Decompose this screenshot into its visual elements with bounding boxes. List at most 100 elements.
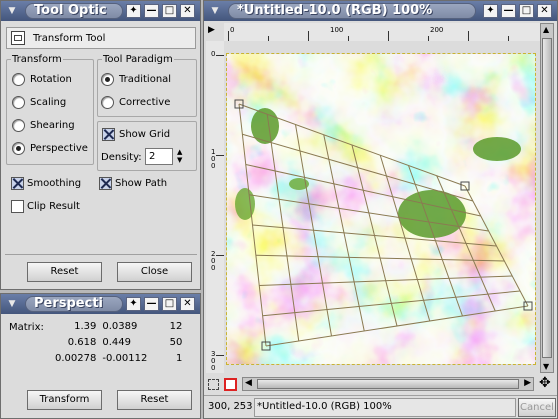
clip-result-checkbox[interactable] (11, 200, 24, 213)
maximize-icon[interactable]: □ (162, 297, 177, 311)
ruler-top-label: 100 (330, 26, 344, 34)
divider (5, 254, 197, 255)
left-ruler[interactable]: 0 1 0 0 2 0 0 3 0 0 (206, 41, 224, 373)
rotation-radio[interactable] (12, 73, 25, 86)
close-button[interactable]: Close (117, 262, 192, 282)
status-text: *Untitled-10.0 (RGB) 100% (257, 401, 392, 412)
window-menu-icon[interactable]: ▼ (208, 5, 222, 17)
smoothing-label[interactable]: Smoothing (27, 178, 81, 189)
corrective-label[interactable]: Corrective (119, 97, 170, 108)
matrix-row: 0.00278 -0.00112 1 (55, 350, 182, 366)
matrix-cell: 1 (175, 352, 183, 364)
image-window: ▼ *Untitled-10.0 (RGB) 100% ✦ — □ ✕ ▶ 0 … (203, 0, 558, 419)
cloud-texture (227, 54, 535, 364)
transform-tool-icon (11, 31, 25, 45)
zoom-toggle-icon[interactable] (224, 378, 237, 391)
minimize-icon[interactable]: — (144, 4, 159, 18)
show-grid-label[interactable]: Show Grid (119, 129, 170, 140)
status-bar: 300, 253 *Untitled-10.0 (RGB) 100% Cance… (204, 395, 557, 418)
ruler-left-label: 2 0 0 (211, 250, 216, 272)
clip-result-label[interactable]: Clip Result (27, 201, 80, 212)
horizontal-scrollbar[interactable]: ◀ ▶ (242, 377, 534, 391)
matrix-cell: 1.39 (74, 320, 97, 332)
shearing-radio[interactable] (12, 119, 25, 132)
cursor-coords: 300, 253 (208, 401, 253, 412)
image-title: *Untitled-10.0 (RGB) 100% (228, 3, 476, 19)
close-icon[interactable]: ✕ (180, 4, 195, 18)
spin-down-icon[interactable]: ▼ (177, 157, 182, 164)
tool-header-title: Transform Tool (33, 33, 106, 44)
canvas-svg (227, 54, 535, 364)
matrix-cell: 0.618 (67, 336, 97, 348)
density-label: Density: (101, 152, 142, 163)
matrix-cell: 50 (169, 336, 183, 348)
reset-button[interactable]: Reset (27, 262, 102, 282)
image-titlebar[interactable]: ▼ *Untitled-10.0 (RGB) 100% ✦ — □ ✕ (204, 1, 557, 21)
smoothing-checkbox[interactable] (11, 177, 24, 190)
quick-mask-icon[interactable] (208, 379, 219, 390)
ruler-left-label: 3 0 0 (211, 350, 216, 372)
traditional-label[interactable]: Traditional (119, 74, 171, 85)
tool-paradigm-label: Tool Paradigm (102, 54, 174, 65)
vertical-scroll-thumb[interactable] (542, 38, 552, 358)
image-canvas[interactable] (226, 53, 536, 365)
spin-up-icon[interactable]: ▲ (177, 149, 182, 156)
horizontal-scroll-thumb[interactable] (257, 379, 519, 389)
show-path-checkbox[interactable] (99, 177, 112, 190)
close-icon[interactable]: ✕ (180, 297, 195, 311)
traditional-radio[interactable] (101, 73, 114, 86)
image-menu-icon[interactable]: ▶ (208, 25, 215, 35)
rotation-label[interactable]: Rotation (30, 74, 72, 85)
navigate-icon[interactable]: ✥ (539, 375, 551, 391)
vertical-scrollbar[interactable]: ▲ ▼ (540, 23, 554, 373)
scroll-up-icon[interactable]: ▲ (543, 25, 549, 34)
scroll-down-icon[interactable]: ▼ (543, 362, 549, 371)
matrix-cell: 0.0389 (102, 320, 138, 332)
transform-button[interactable]: Transform (27, 390, 102, 410)
close-icon[interactable]: ✕ (537, 4, 552, 18)
shearing-label[interactable]: Shearing (30, 120, 75, 131)
perspective-label[interactable]: Perspective (30, 143, 88, 154)
matrix-cell: -0.00112 (102, 352, 148, 364)
matrix-cell: 0.449 (102, 336, 131, 348)
tool-paradigm-group: Tool Paradigm (97, 54, 197, 117)
pin-icon[interactable]: ✦ (126, 4, 141, 18)
transform-group-label: Transform (11, 54, 63, 65)
show-grid-checkbox[interactable] (102, 128, 115, 141)
green-patch (235, 188, 255, 220)
minimize-icon[interactable]: — (501, 4, 516, 18)
scaling-radio[interactable] (12, 96, 25, 109)
cancel-button[interactable]: Cancel (518, 398, 556, 417)
tool-options-titlebar[interactable]: ▼ Tool Optic ✦ — □ ✕ (1, 1, 200, 21)
tool-header: Transform Tool (6, 27, 196, 49)
perspective-reset-button[interactable]: Reset (117, 390, 192, 410)
perspective-radio[interactable] (12, 142, 25, 155)
maximize-icon[interactable]: □ (162, 4, 177, 18)
matrix-row: 0.618 0.449 50 (55, 334, 183, 350)
perspective-window: ▼ Perspecti ✦ — □ ✕ Matrix: 1.39 0.0389 … (0, 293, 201, 419)
corrective-radio[interactable] (101, 96, 114, 109)
show-path-label[interactable]: Show Path (115, 178, 167, 189)
ruler-top-label: 0 (230, 26, 235, 34)
scroll-left-icon[interactable]: ◀ (245, 378, 252, 388)
matrix-table: 1.39 0.0389 12 0.618 0.449 50 0.00278 -0… (55, 318, 182, 366)
window-menu-icon[interactable]: ▼ (5, 5, 19, 17)
minimize-icon[interactable]: — (144, 297, 159, 311)
scaling-label[interactable]: Scaling (30, 97, 66, 108)
matrix-cell: 0.00278 (55, 352, 97, 364)
ruler-top-label: 200 (430, 26, 444, 34)
scroll-right-icon[interactable]: ▶ (524, 378, 531, 388)
perspective-title: Perspecti (25, 296, 123, 312)
top-ruler[interactable]: 0 100 200 (224, 23, 541, 41)
pin-icon[interactable]: ✦ (483, 4, 498, 18)
matrix-row: 1.39 0.0389 12 (55, 318, 182, 334)
window-menu-icon[interactable]: ▼ (5, 298, 19, 310)
pin-icon[interactable]: ✦ (126, 297, 141, 311)
perspective-titlebar[interactable]: ▼ Perspecti ✦ — □ ✕ (1, 294, 200, 314)
matrix-cell: 12 (169, 320, 183, 332)
tool-options-window: ▼ Tool Optic ✦ — □ ✕ Transform Tool Tran… (0, 0, 201, 290)
maximize-icon[interactable]: □ (519, 4, 534, 18)
green-patch (473, 137, 521, 161)
density-input[interactable]: 2 (145, 148, 173, 165)
tool-options-title: Tool Optic (25, 3, 123, 19)
